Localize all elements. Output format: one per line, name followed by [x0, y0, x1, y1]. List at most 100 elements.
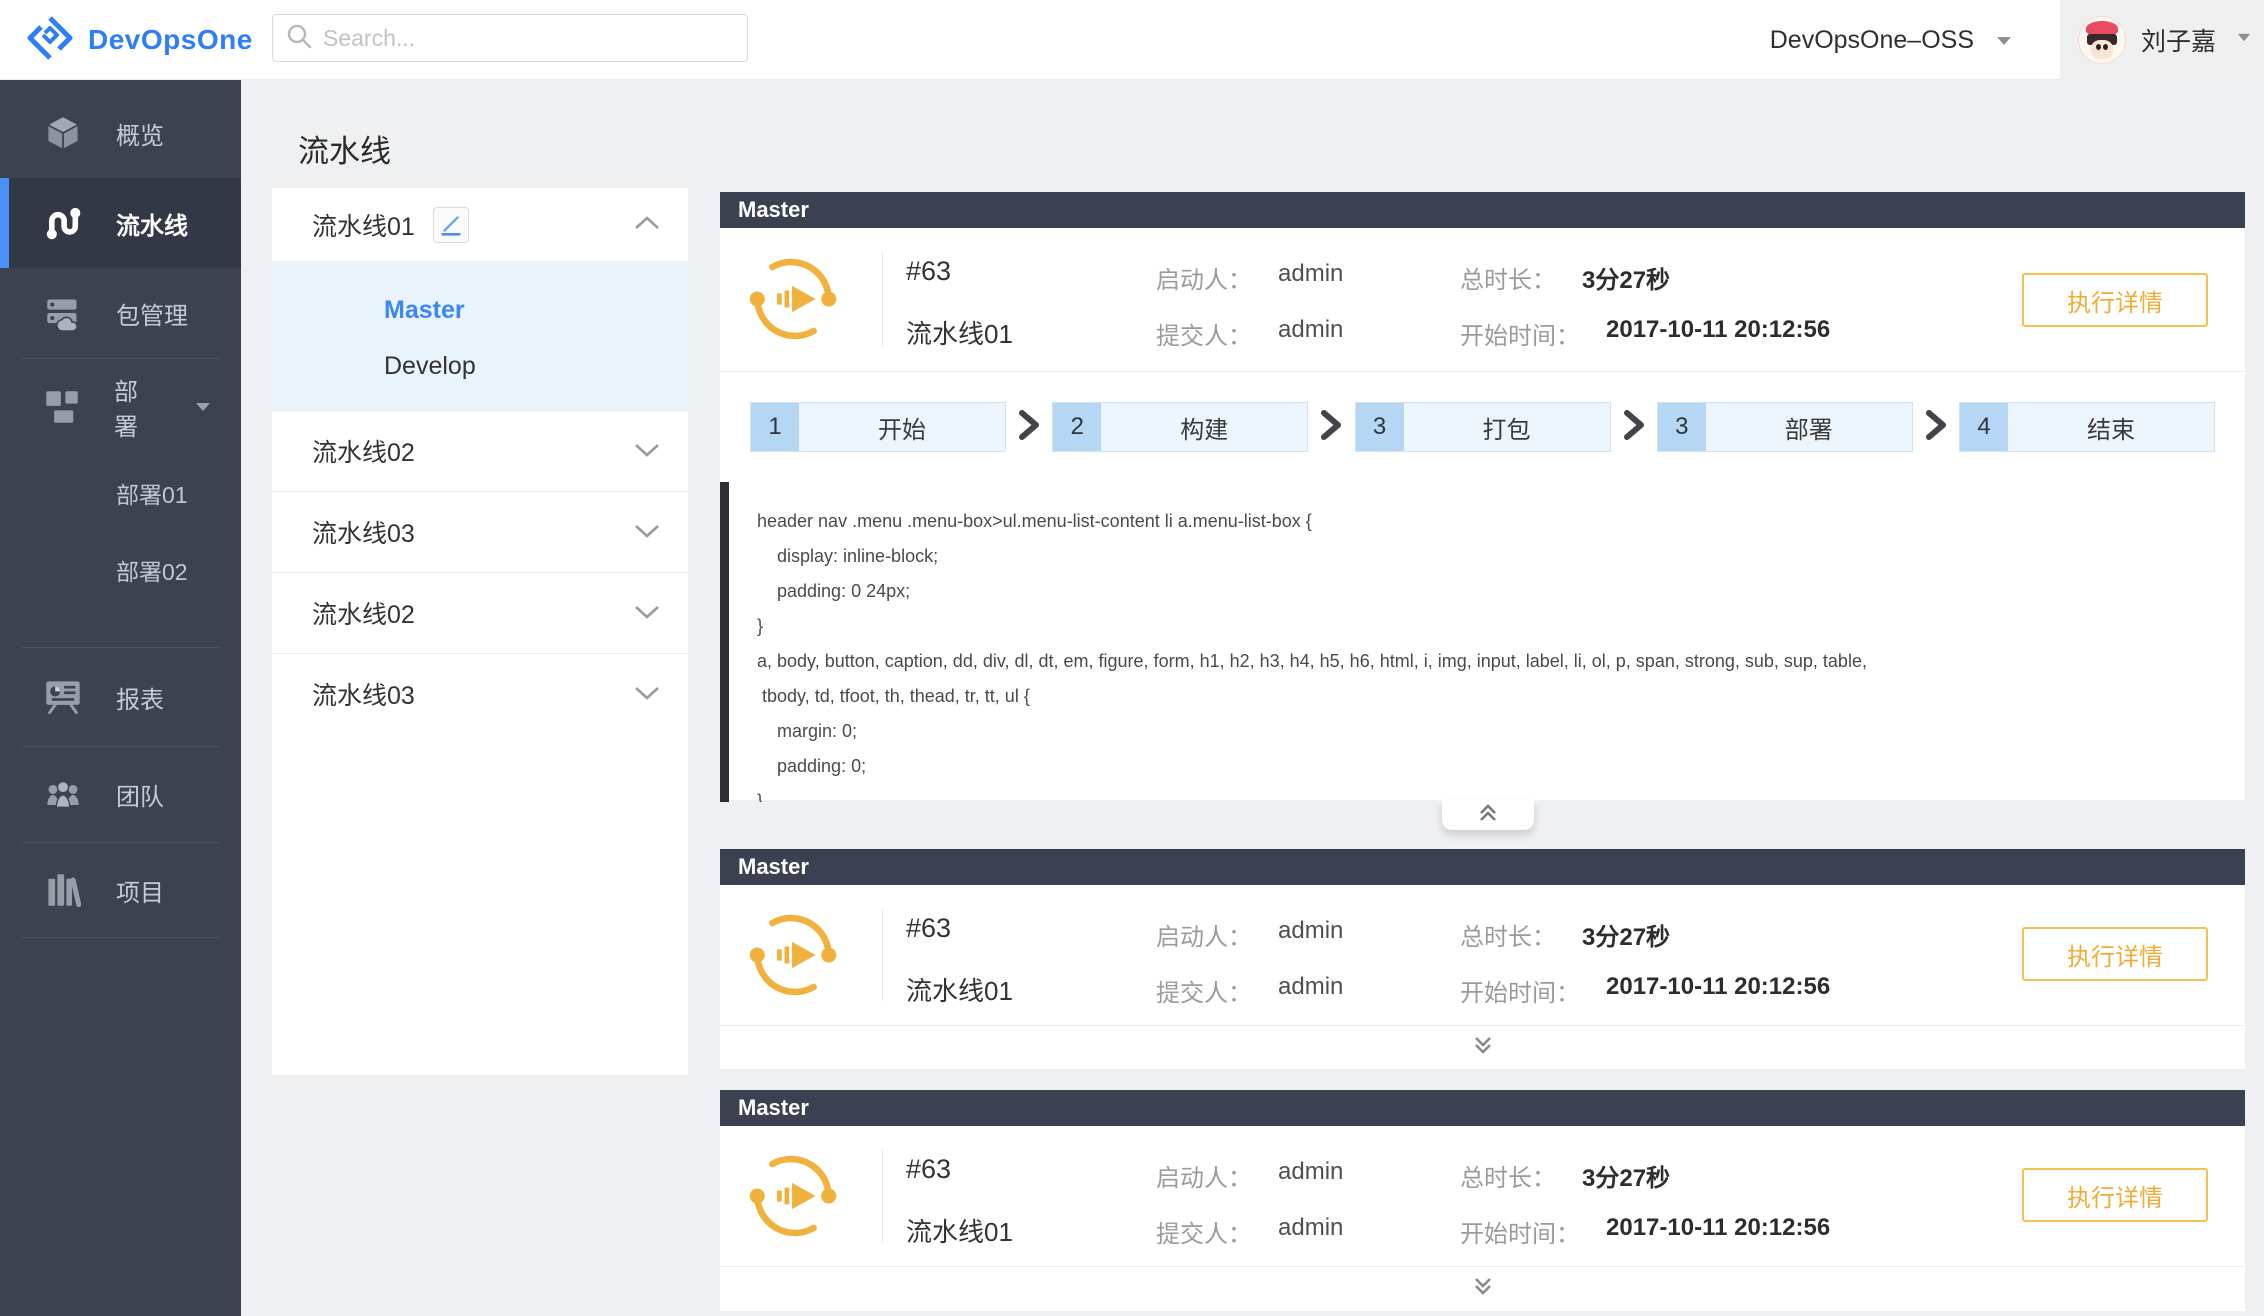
double-chevron-up-icon	[1475, 800, 1501, 831]
duration-value: 3分27秒	[1582, 917, 1670, 952]
code-line: a, body, button, caption, dd, div, dl, d…	[757, 644, 2235, 679]
divider	[882, 1150, 883, 1242]
sidebar-item-team[interactable]: 团队	[0, 747, 241, 842]
search-box[interactable]	[272, 14, 748, 62]
code-line: padding: 0 24px;	[757, 574, 2235, 609]
stage-label: 构建	[1101, 403, 1307, 451]
sidebar-item-overview[interactable]: 概览	[0, 88, 241, 178]
starter-label: 启动人：	[1156, 260, 1252, 295]
run-summary-row: #63 流水线01 启动人： admin 提交人： admin 总时长： 3分2…	[720, 228, 2245, 372]
committer-field: 提交人： admin	[1156, 316, 1343, 351]
branch-header: Master	[720, 192, 2245, 228]
project-switcher[interactable]: DevOpsOne–OSS	[1770, 26, 2014, 55]
chevron-down-icon	[632, 680, 662, 709]
pipeline-group-name: 流水线02	[312, 595, 415, 631]
caret-down-icon	[193, 393, 213, 421]
pipeline-group-name: 流水线02	[312, 433, 415, 469]
divider	[882, 252, 883, 347]
sidebar-item-label: 项目	[116, 873, 164, 908]
starter-value: admin	[1278, 1158, 1343, 1193]
run-detail-button[interactable]: 执行详情	[2022, 1168, 2208, 1222]
run-card-collapsed: Master #63 流水线01 启动人： admin	[720, 1090, 2245, 1311]
sidebar-item-deploy[interactable]: 部署	[0, 359, 241, 454]
duration-label: 总时长：	[1460, 917, 1556, 952]
caret-down-icon	[2235, 31, 2253, 49]
stage-label: 开始	[799, 403, 1005, 451]
cube-icon	[44, 115, 82, 151]
stage-number: 3	[1356, 403, 1404, 451]
pipeline-icon	[44, 204, 82, 242]
stage-number: 4	[1960, 403, 2008, 451]
expand-run-button[interactable]	[720, 1267, 2245, 1310]
committer-label: 提交人：	[1156, 1214, 1252, 1249]
brand[interactable]: DevOpsOne	[26, 0, 253, 80]
edit-icon[interactable]	[433, 207, 469, 243]
sidebar-subitem-label: 部署02	[116, 553, 188, 587]
run-summary-row: #63 流水线01 启动人： admin 提交人： admin 总时长： 3分2…	[720, 885, 2245, 1026]
user-name: 刘子嘉	[2141, 22, 2216, 58]
duration-value: 3分27秒	[1582, 1158, 1670, 1193]
search-input[interactable]	[323, 25, 735, 52]
starter-field: 启动人： admin	[1156, 917, 1343, 952]
run-detail-button[interactable]: 执行详情	[2022, 927, 2208, 981]
branch-name: Master	[738, 197, 809, 223]
run-card-expanded: Master #63 流水线01 启动人： admin	[720, 192, 2245, 800]
pipeline-group-05[interactable]: 流水线03	[272, 653, 688, 734]
starter-value: admin	[1278, 260, 1343, 295]
sidebar-item-deploy02[interactable]: 部署02	[0, 532, 241, 608]
sidebar-item-packages[interactable]: 包管理	[0, 268, 241, 358]
code-line: padding: 0;	[757, 749, 2235, 784]
committer-value: admin	[1278, 973, 1343, 1008]
sidebar-item-deploy01[interactable]: 部署01	[0, 454, 241, 532]
run-pipeline-name: 流水线01	[906, 971, 1013, 1008]
chevron-down-icon	[632, 518, 662, 547]
committer-label: 提交人：	[1156, 973, 1252, 1008]
starter-label: 启动人：	[1156, 1158, 1252, 1193]
pipeline-group-04[interactable]: 流水线02	[272, 572, 688, 653]
chevron-down-icon	[632, 599, 662, 628]
start-time-value: 2017-10-11 20:12:56	[1606, 1214, 1830, 1249]
sidebar-item-label: 报表	[116, 680, 164, 715]
pipeline-list-panel: 流水线01 Master Develop 流水线02	[272, 188, 688, 1075]
code-line: display: inline-block;	[757, 539, 2235, 574]
stage-arrow-icon	[1923, 408, 1949, 447]
caret-down-icon	[1994, 26, 2014, 55]
stage-build[interactable]: 2 构建	[1052, 402, 1308, 452]
pipeline-group-03[interactable]: 流水线03	[272, 491, 688, 572]
sidebar-divider	[22, 937, 219, 938]
package-icon	[44, 295, 82, 331]
branch-item-master[interactable]: Master	[272, 282, 688, 338]
sidebar-item-label: 包管理	[116, 296, 188, 331]
branch-item-develop[interactable]: Develop	[272, 338, 688, 394]
report-icon	[44, 678, 82, 716]
stage-label: 打包	[1404, 403, 1610, 451]
pipeline-group-02[interactable]: 流水线02	[272, 410, 688, 491]
pipeline-group-01[interactable]: 流水线01	[272, 188, 688, 262]
sidebar-subitem-label: 部署01	[116, 476, 188, 510]
stage-deploy[interactable]: 3 部署	[1657, 402, 1913, 452]
stage-package[interactable]: 3 打包	[1355, 402, 1611, 452]
code-line: tbody, td, tfoot, th, thead, tr, tt, ul …	[757, 679, 2235, 714]
duration-field: 总时长： 3分27秒	[1460, 260, 1670, 295]
branch-name: Master	[738, 854, 809, 880]
stage-number: 2	[1053, 403, 1101, 451]
branch-name: Master	[738, 1095, 809, 1121]
run-pipeline-name: 流水线01	[906, 314, 1013, 351]
sidebar-item-pipeline[interactable]: 流水线	[0, 178, 241, 268]
page-title: 流水线	[298, 126, 391, 171]
sidebar-item-projects[interactable]: 项目	[0, 843, 241, 937]
collapse-run-button[interactable]	[1442, 800, 1534, 830]
sidebar-item-reports[interactable]: 报表	[0, 648, 241, 746]
brand-name: DevOpsOne	[88, 24, 253, 56]
team-icon	[44, 776, 82, 814]
console-log[interactable]: header nav .menu .menu-box>ul.menu-list-…	[720, 482, 2245, 802]
stage-arrow-icon	[1016, 408, 1042, 447]
run-detail-button[interactable]: 执行详情	[2022, 273, 2208, 327]
stage-finish[interactable]: 4 结束	[1959, 402, 2215, 452]
stage-arrow-icon	[1621, 408, 1647, 447]
start-time-label: 开始时间：	[1460, 973, 1580, 1008]
stage-start[interactable]: 1 开始	[750, 402, 1006, 452]
duration-field: 总时长： 3分27秒	[1460, 1158, 1670, 1193]
user-menu[interactable]: 刘子嘉	[2060, 0, 2264, 80]
expand-run-button[interactable]	[720, 1026, 2245, 1069]
